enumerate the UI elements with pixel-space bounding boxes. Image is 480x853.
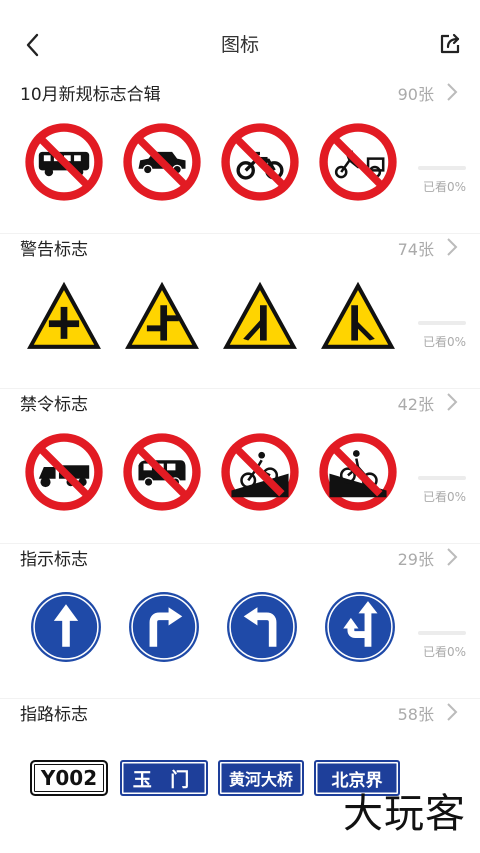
progress: 已看0% [418, 166, 466, 195]
section-prohibition: 禁令标志 42张 已看0% [0, 388, 480, 544]
progress-track [418, 476, 466, 480]
section-header[interactable]: 指路标志 58张 [0, 698, 480, 728]
chevron-right-icon [447, 548, 458, 566]
sign-row [22, 120, 412, 208]
place-name-sign[interactable]: 玉 门 [120, 760, 208, 796]
straight-or-left-sign-icon[interactable] [322, 589, 398, 665]
share-icon[interactable] [436, 30, 464, 58]
route-number-sign[interactable]: Y002 [30, 760, 108, 796]
progress-track [418, 321, 466, 325]
page-title: 图标 [220, 34, 259, 56]
chevron-right-icon [447, 393, 458, 411]
section-count: 90张 [397, 85, 434, 104]
progress: 已看0% [418, 631, 466, 660]
no-van-sign-icon[interactable] [120, 430, 204, 514]
chevron-right-icon [447, 703, 458, 721]
turn-left-sign-icon[interactable] [224, 589, 300, 665]
section-header[interactable]: 禁令标志 42张 [0, 388, 480, 418]
progress-track [418, 166, 466, 170]
staggered-junction-warning-sign-icon[interactable] [120, 275, 204, 359]
section-header[interactable]: 10月新规标志合辑 90张 [0, 78, 480, 108]
watermark: 大玩客 [343, 791, 466, 837]
progress-text: 已看0% [422, 180, 466, 194]
sign-row [22, 585, 412, 673]
progress-text: 已看0% [422, 490, 466, 504]
no-car-sign-icon[interactable] [120, 120, 204, 204]
section-count: 42张 [397, 395, 434, 414]
no-cycling-uphill-sign-icon[interactable] [316, 430, 400, 514]
chevron-right-icon [447, 238, 458, 256]
sign-row [22, 275, 412, 363]
page: 图标 10月新规标志合辑 90张 已看0% 警告标志 74张 已看0% 禁令标志… [0, 0, 480, 853]
progress: 已看0% [418, 321, 466, 350]
progress-text: 已看0% [422, 645, 466, 659]
progress: 已看0% [418, 476, 466, 505]
turn-right-sign-icon[interactable] [126, 589, 202, 665]
section-title: 警告标志 [20, 240, 88, 260]
section-new-rules: 10月新规标志合辑 90张 已看0% [0, 78, 480, 234]
section-header[interactable]: 指示标志 29张 [0, 543, 480, 573]
merge-right-warning-sign-icon[interactable] [316, 275, 400, 359]
no-motorcycle-sign-icon[interactable] [218, 120, 302, 204]
progress-text: 已看0% [422, 335, 466, 349]
section-count: 29张 [397, 550, 434, 569]
section-count: 74张 [397, 240, 434, 259]
no-tractor-sign-icon[interactable] [22, 430, 106, 514]
chevron-right-icon [447, 83, 458, 101]
sign-row [22, 430, 412, 518]
no-bus-sign-icon[interactable] [22, 120, 106, 204]
section-count: 58张 [397, 705, 434, 724]
section-title: 指路标志 [20, 705, 88, 725]
straight-ahead-sign-icon[interactable] [28, 589, 104, 665]
section-title: 指示标志 [20, 550, 88, 570]
progress-track [418, 631, 466, 635]
no-cycling-downhill-sign-icon[interactable] [218, 430, 302, 514]
merge-left-warning-sign-icon[interactable] [218, 275, 302, 359]
section-title: 禁令标志 [20, 395, 88, 415]
section-title: 10月新规标志合辑 [20, 85, 161, 105]
section-header[interactable]: 警告标志 74张 [0, 233, 480, 263]
bridge-name-sign[interactable]: 黄河大桥 [218, 760, 304, 796]
no-tricycle-sign-icon[interactable] [316, 120, 400, 204]
crossroad-warning-sign-icon[interactable] [22, 275, 106, 359]
section-warning: 警告标志 74张 已看0% [0, 233, 480, 389]
section-mandatory: 指示标志 29张 已看0% [0, 543, 480, 699]
header: 图标 [0, 0, 480, 88]
